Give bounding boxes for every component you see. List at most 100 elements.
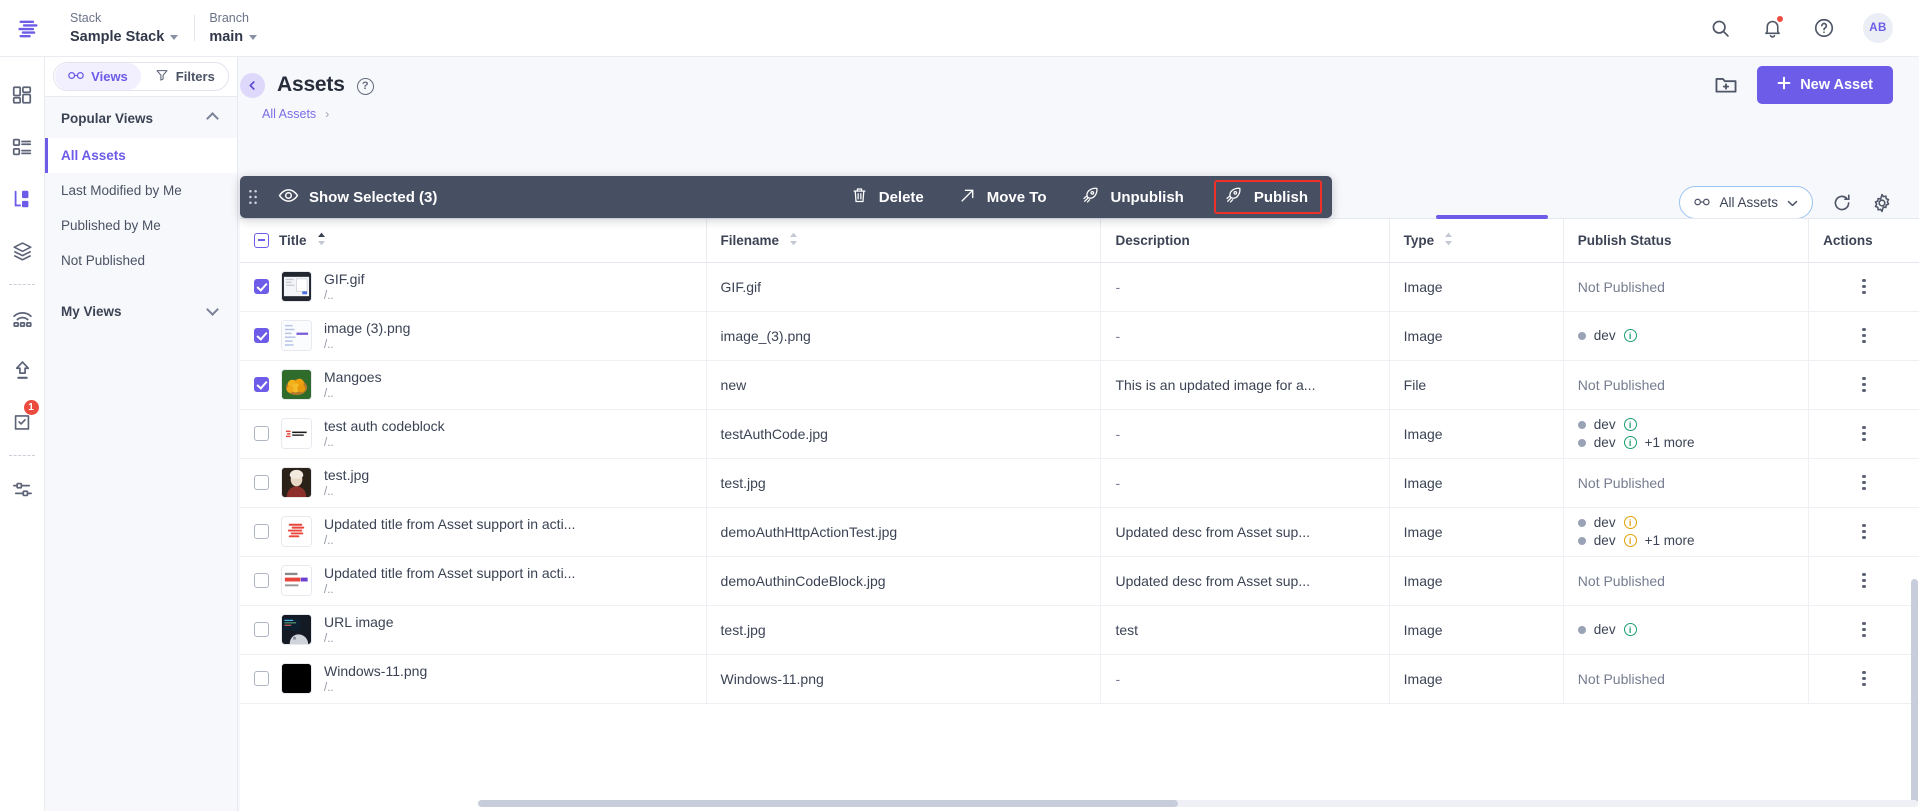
section-popular-views[interactable]: Popular Views [45,97,237,138]
table-row[interactable]: image (3).png /.. image_(3).png - Image dev i [240,311,1919,361]
table-row[interactable]: Updated title from Asset support in acti… [240,507,1919,557]
select-all-checkbox[interactable] [254,232,269,248]
kebab-menu-icon[interactable] [1823,425,1905,442]
info-icon[interactable]: i [1623,516,1637,529]
asset-thumbnail[interactable] [281,418,312,449]
publish-button[interactable]: Publish [1213,180,1322,214]
row-checkbox[interactable] [254,426,269,441]
avatar[interactable]: AB [1863,13,1893,43]
column-header-title[interactable]: Title [240,219,707,263]
show-selected-button[interactable]: Show Selected (3) [274,176,441,218]
gear-icon[interactable] [1871,192,1893,214]
kebab-menu-icon[interactable] [1823,376,1905,393]
table-row[interactable]: GIF.gif /.. GIF.gif - Image Not Published [240,262,1919,312]
rail-item-live-preview[interactable] [0,292,45,344]
help-circle-icon[interactable]: ? [356,77,374,95]
table-row[interactable]: URL image /.. test.jpg test Image dev i [240,605,1919,655]
rail-item-entries[interactable] [0,173,45,225]
refresh-icon[interactable] [1831,192,1853,214]
notification-bell-icon[interactable] [1759,15,1785,41]
sort-asc-icon[interactable] [317,232,326,249]
rail-item-dashboard[interactable] [0,69,45,121]
more-environments-label[interactable]: +1 more [1645,532,1695,550]
info-icon[interactable]: i [1623,623,1637,636]
section-my-views[interactable]: My Views [45,278,237,331]
column-header-description[interactable]: Description [1100,219,1390,263]
kebab-menu-icon[interactable] [1823,523,1905,540]
move-to-button[interactable]: Move To [954,176,1051,218]
kebab-menu-icon[interactable] [1823,572,1905,589]
delete-button[interactable]: Delete [846,176,928,218]
vertical-scrollbar[interactable] [1911,579,1918,804]
asset-title[interactable]: test auth codeblock [324,418,445,434]
filters-tab[interactable]: Filters [142,63,228,90]
asset-thumbnail[interactable] [281,271,312,302]
asset-title[interactable]: Mangoes [324,369,382,385]
kebab-menu-icon[interactable] [1823,621,1905,638]
sidebar-item-all-assets[interactable]: All Assets [45,138,237,173]
contentstack-logo-icon[interactable] [0,15,56,42]
drag-handle-dots-icon[interactable] [240,188,266,206]
info-icon[interactable]: i [1623,418,1637,431]
row-checkbox[interactable] [254,524,269,539]
row-checkbox[interactable] [254,328,269,343]
search-icon[interactable] [1707,15,1733,41]
kebab-menu-icon[interactable] [1823,474,1905,491]
table-row[interactable]: test.jpg /.. test.jpg - Image Not Published [240,458,1919,508]
rail-item-assets[interactable] [0,225,45,277]
row-checkbox[interactable] [254,671,269,686]
sort-icon[interactable] [1444,232,1453,249]
info-icon[interactable]: i [1623,436,1637,449]
table-row[interactable]: Mangoes /.. new This is an updated image fo… [240,360,1919,410]
views-tab[interactable]: Views [55,63,141,90]
info-icon[interactable]: i [1623,329,1637,342]
asset-title[interactable]: GIF.gif [324,271,364,287]
view-select[interactable]: All Assets [1679,186,1813,219]
sidebar-item-published-by-me[interactable]: Published by Me [45,208,237,243]
asset-title[interactable]: image (3).png [324,320,410,336]
column-header-filename[interactable]: Filename [706,219,1102,263]
chevron-up-icon[interactable] [206,112,219,125]
help-circle-icon[interactable] [1811,15,1837,41]
sidebar-item-not-published[interactable]: Not Published [45,243,237,278]
more-environments-label[interactable]: +1 more [1645,434,1695,452]
sidebar-item-last-modified-by-me[interactable]: Last Modified by Me [45,173,237,208]
chevron-down-icon[interactable] [206,302,219,316]
row-checkbox[interactable] [254,377,269,392]
asset-thumbnail[interactable] [281,565,312,596]
stack-switcher[interactable]: Stack Sample Stack [56,11,194,46]
asset-title[interactable]: Windows-11.png [324,663,427,679]
asset-thumbnail[interactable] [281,516,312,547]
horizontal-scrollbar[interactable] [478,800,1178,807]
rail-item-releases[interactable] [0,344,45,396]
row-checkbox[interactable] [254,622,269,637]
kebab-menu-icon[interactable] [1823,327,1905,344]
chevron-left-icon[interactable] [240,72,265,98]
kebab-menu-icon[interactable] [1823,670,1905,687]
asset-thumbnail[interactable] [281,320,312,351]
asset-title[interactable]: test.jpg [324,467,369,483]
new-folder-icon[interactable] [1713,72,1739,98]
asset-title[interactable]: Updated title from Asset support in acti… [324,516,575,532]
asset-title[interactable]: URL image [324,614,394,630]
table-row[interactable]: Windows-11.png /.. Windows-11.png - Image Not… [240,654,1919,704]
rail-item-settings[interactable] [0,463,45,515]
table-row[interactable]: Updated title from Asset support in acti… [240,556,1919,606]
unpublish-button[interactable]: Unpublish [1077,176,1188,218]
asset-thumbnail[interactable] [281,467,312,498]
branch-switcher[interactable]: Branch main [195,11,305,46]
asset-thumbnail[interactable] [281,663,312,694]
sort-icon[interactable] [789,232,798,249]
column-header-publish-status[interactable]: Publish Status [1563,219,1810,263]
column-header-type[interactable]: Type [1389,219,1564,263]
rail-item-tasks[interactable]: 1 [0,396,45,448]
asset-thumbnail[interactable] [281,369,312,400]
rail-item-content-types[interactable] [0,121,45,173]
kebab-menu-icon[interactable] [1823,278,1905,295]
new-asset-button[interactable]: New Asset [1757,66,1893,104]
table-row[interactable]: test auth codeblock /.. testAuthCode.jpg - I… [240,409,1919,459]
asset-title[interactable]: Updated title from Asset support in acti… [324,565,575,581]
info-icon[interactable]: i [1623,534,1637,547]
row-checkbox[interactable] [254,279,269,294]
row-checkbox[interactable] [254,475,269,490]
